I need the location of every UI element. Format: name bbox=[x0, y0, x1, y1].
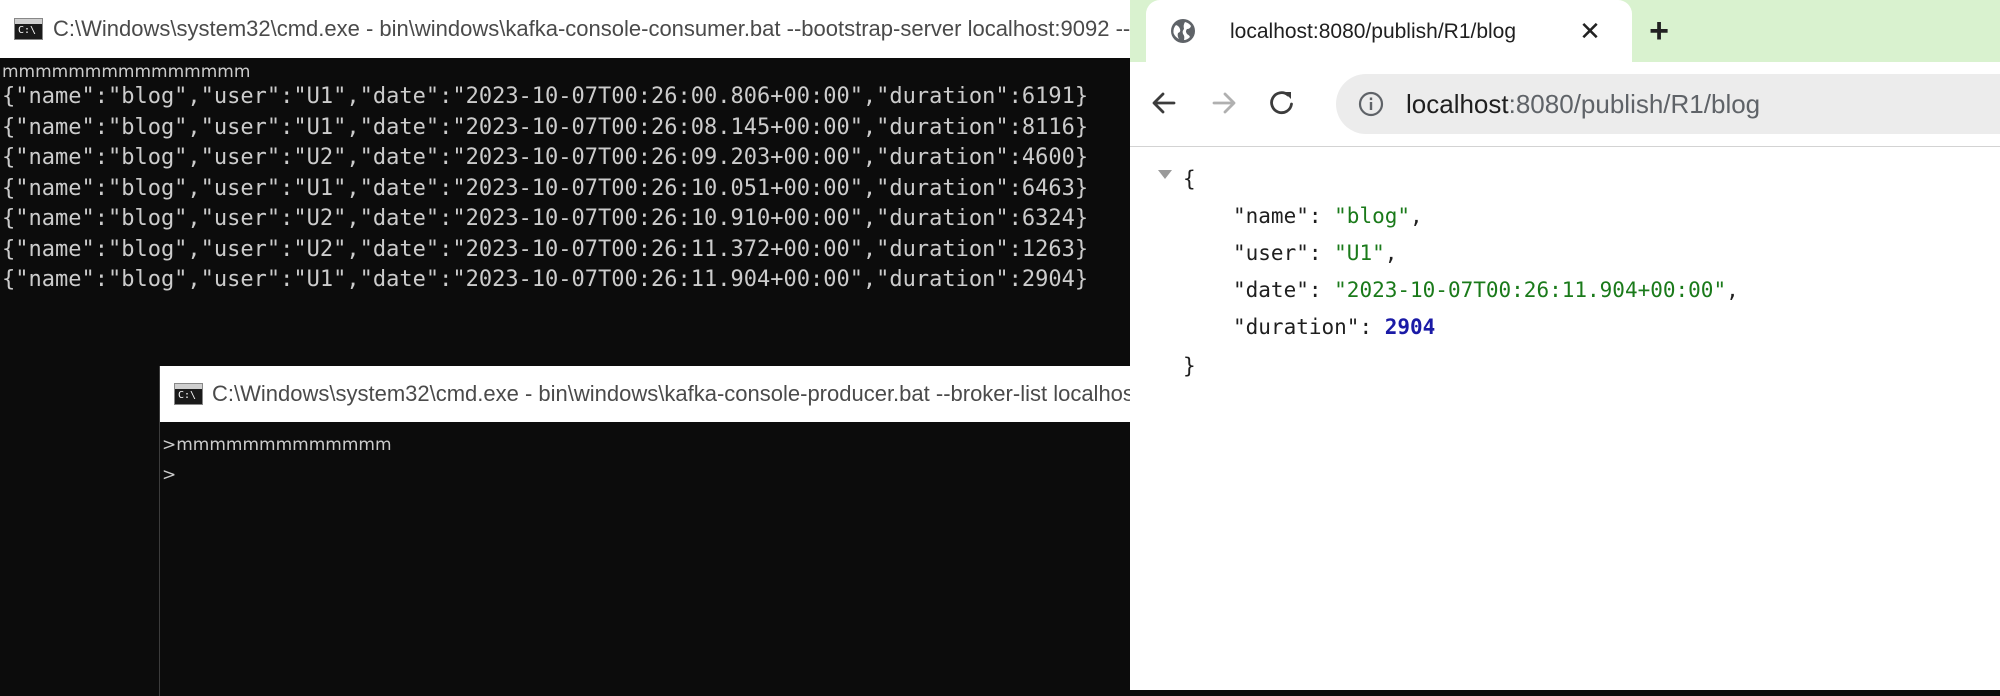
consumer-message: {"name":"blog","user":"U1","date":"2023-… bbox=[2, 267, 1089, 292]
producer-window-title: C:\Windows\system32\cmd.exe - bin\window… bbox=[212, 381, 1140, 406]
producer-prompt-line: >mmmmmmmmmmmmm bbox=[162, 435, 392, 455]
producer-console-window[interactable]: C:\ C:\Windows\system32\cmd.exe - bin\wi… bbox=[159, 366, 1140, 696]
json-key: "date" bbox=[1233, 278, 1309, 302]
url-path: :8080/publish/R1/blog bbox=[1508, 89, 1761, 119]
browser-tab[interactable]: localhost:8080/publish/R1/blog ✕ bbox=[1146, 0, 1632, 62]
json-close-brace: } bbox=[1183, 354, 1196, 378]
back-icon[interactable] bbox=[1144, 83, 1184, 123]
consumer-message: {"name":"blog","user":"U2","date":"2023-… bbox=[2, 206, 1089, 231]
url-host: localhost bbox=[1406, 89, 1509, 119]
address-bar[interactable]: localhost:8080/publish/R1/blog bbox=[1336, 74, 2000, 134]
producer-input-area[interactable]: >mmmmmmmmmmmmm > bbox=[160, 422, 1140, 696]
consumer-window-title: C:\Windows\system32\cmd.exe - bin\window… bbox=[53, 16, 1130, 41]
json-number-value: 2904 bbox=[1384, 315, 1436, 339]
consumer-message: {"name":"blog","user":"U1","date":"2023-… bbox=[2, 84, 1089, 109]
url-text[interactable]: localhost:8080/publish/R1/blog bbox=[1406, 74, 1760, 134]
new-tab-button[interactable]: + bbox=[1642, 14, 1676, 48]
tab-title: localhost:8080/publish/R1/blog bbox=[1230, 20, 1517, 43]
consumer-typed-line: mmmmmmmmmmmmmmm bbox=[2, 62, 251, 82]
globe-icon bbox=[1171, 19, 1195, 43]
browser-toolbar: localhost:8080/publish/R1/blog bbox=[1130, 62, 2000, 147]
consumer-message: {"name":"blog","user":"U1","date":"2023-… bbox=[2, 114, 1089, 140]
json-row-name: "name": "blog", bbox=[1233, 204, 1423, 228]
tab-strip: localhost:8080/publish/R1/blog ✕ + bbox=[1130, 0, 2000, 62]
json-key: "duration" bbox=[1233, 315, 1360, 339]
json-string-value: "U1" bbox=[1334, 241, 1385, 265]
consumer-message: {"name":"blog","user":"U1","date":"2023-… bbox=[2, 175, 1089, 201]
json-viewer: { "name": "blog", "user": "U1", "date": … bbox=[1130, 147, 2000, 690]
consumer-message: {"name":"blog","user":"U2","date":"2023-… bbox=[2, 145, 1089, 170]
consumer-message: {"name":"blog","user":"U2","date":"2023-… bbox=[2, 236, 1089, 262]
cmd-icon: C:\ bbox=[14, 18, 43, 40]
json-key: "name" bbox=[1233, 204, 1309, 228]
json-open-brace: { bbox=[1183, 167, 1196, 191]
json-string-value: "2023-10-07T00:26:11.904+00:00" bbox=[1334, 278, 1727, 302]
producer-title-bar[interactable]: C:\ C:\Windows\system32\cmd.exe - bin\wi… bbox=[160, 366, 1140, 422]
collapse-toggle-icon[interactable] bbox=[1158, 170, 1172, 179]
cmd-icon: C:\ bbox=[174, 383, 203, 405]
json-key: "user" bbox=[1233, 241, 1309, 265]
browser-window[interactable]: localhost:8080/publish/R1/blog ✕ + local… bbox=[1130, 0, 2000, 690]
forward-icon[interactable] bbox=[1204, 83, 1244, 123]
site-info-icon[interactable] bbox=[1358, 91, 1384, 117]
consumer-title-bar[interactable]: C:\ C:\Windows\system32\cmd.exe - bin\wi… bbox=[0, 0, 1130, 58]
reload-icon[interactable] bbox=[1262, 83, 1302, 123]
json-row-date: "date": "2023-10-07T00:26:11.904+00:00", bbox=[1233, 278, 1739, 302]
producer-prompt-line[interactable]: > bbox=[162, 460, 1140, 490]
json-row-user: "user": "U1", bbox=[1233, 241, 1398, 265]
tab-close-icon[interactable]: ✕ bbox=[1576, 17, 1604, 45]
json-string-value: "blog" bbox=[1334, 204, 1411, 228]
json-row-duration: "duration": 2904 bbox=[1233, 315, 1436, 339]
